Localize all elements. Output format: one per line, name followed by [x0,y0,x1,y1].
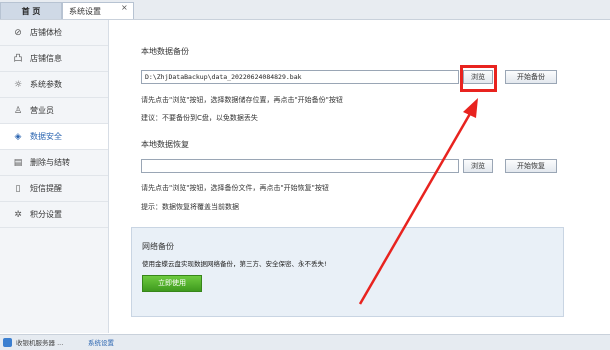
annotation-arrow [358,98,478,305]
status-link[interactable]: 系统设置 [88,337,114,347]
arrow-shaft [358,111,473,305]
arrow-head [463,98,478,118]
status-text: 收银机服务器 ... [16,339,64,347]
app-icon [3,338,12,347]
status-bar: 收银机服务器 ... 系统设置 [0,334,610,350]
